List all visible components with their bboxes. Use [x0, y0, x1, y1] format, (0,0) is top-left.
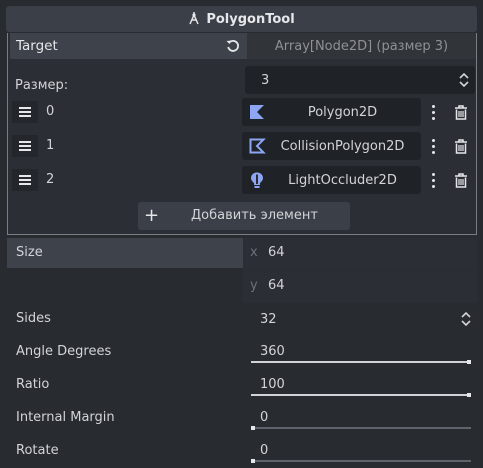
sides-spinbox[interactable]: 32	[249, 305, 477, 333]
add-element-label: Добавить элемент	[191, 208, 318, 223]
trash-icon[interactable]	[447, 133, 474, 159]
element-index: 0	[46, 104, 55, 119]
internal-margin-slider[interactable]	[251, 426, 471, 430]
drag-handle-icon[interactable]	[12, 135, 38, 157]
target-array-editor: Target Array[Node2D] (размер 3) Размер: …	[7, 33, 477, 235]
array-element-row: 0 Polygon2D	[10, 96, 476, 126]
ratio-label: Ratio	[16, 377, 50, 392]
internal-margin-value[interactable]: 0	[260, 410, 268, 425]
node-name: Polygon2D	[307, 104, 378, 120]
array-size-label: Размер:	[15, 78, 69, 93]
array-size-value: 3	[261, 72, 270, 88]
rotate-slider[interactable]	[251, 459, 471, 463]
drag-handle-icon[interactable]	[12, 169, 38, 191]
angle-degrees-label: Angle Degrees	[16, 344, 112, 359]
collision-polygon2d-icon	[246, 135, 268, 157]
slider-knob[interactable]	[251, 426, 255, 430]
size-label: Size	[16, 245, 43, 260]
node-path-field[interactable]: LightOccluder2D	[242, 166, 421, 194]
internal-margin-label: Internal Margin	[16, 410, 115, 425]
slider-knob[interactable]	[467, 393, 471, 397]
angle-degrees-value[interactable]: 360	[260, 344, 285, 359]
slider-knob[interactable]	[467, 360, 471, 364]
rotate-label: Rotate	[16, 443, 59, 458]
array-element-row: 2 LightOccluder2D	[10, 164, 476, 194]
ratio-slider[interactable]	[251, 393, 471, 397]
size-y-value: 64	[268, 278, 285, 293]
size-y-axis-label: y	[250, 278, 258, 293]
add-element-button[interactable]: + Добавить элемент	[138, 202, 350, 230]
kebab-menu-icon[interactable]	[423, 167, 443, 193]
target-array-summary: Array[Node2D] (размер 3)	[274, 38, 449, 54]
rotate-value[interactable]: 0	[260, 443, 268, 458]
polygon-properties: Size x 64 y 64 Sides 32 Angle Degrees 36…	[0, 235, 483, 468]
node-name: LightOccluder2D	[288, 172, 397, 188]
array-size-spinbox[interactable]: 3	[245, 66, 475, 94]
node-name: CollisionPolygon2D	[280, 138, 405, 154]
trash-icon[interactable]	[447, 99, 474, 125]
size-x-value: 64	[268, 245, 285, 260]
angle-degrees-slider[interactable]	[251, 360, 471, 364]
slider-knob[interactable]	[251, 459, 255, 463]
header-bar: PolygonTool	[6, 6, 477, 32]
polygon-tool-icon	[188, 11, 200, 28]
target-array-toggle[interactable]: Array[Node2D] (размер 3)	[247, 33, 476, 59]
revert-icon[interactable]	[225, 38, 241, 54]
header-title: PolygonTool	[206, 11, 295, 27]
light-occluder2d-icon	[246, 169, 268, 191]
spin-arrows-icon[interactable]	[461, 311, 471, 327]
target-property-label[interactable]: Target	[10, 33, 247, 59]
target-label-text: Target	[16, 38, 58, 54]
plus-icon: +	[144, 205, 160, 226]
array-element-row: 1 CollisionPolygon2D	[10, 130, 476, 160]
kebab-menu-icon[interactable]	[423, 99, 443, 125]
spin-arrows-icon[interactable]	[459, 72, 469, 88]
polygon2d-icon	[246, 101, 268, 123]
node-path-field[interactable]: Polygon2D	[242, 98, 421, 126]
node-path-field[interactable]: CollisionPolygon2D	[242, 132, 421, 160]
element-index: 1	[46, 138, 55, 153]
size-x-axis-label: x	[250, 245, 258, 260]
sides-label: Sides	[16, 311, 51, 326]
drag-handle-icon[interactable]	[12, 101, 38, 123]
sides-value: 32	[260, 311, 277, 327]
kebab-menu-icon[interactable]	[423, 133, 443, 159]
ratio-value[interactable]: 100	[260, 377, 285, 392]
inspector-header: PolygonTool	[0, 0, 483, 34]
trash-icon[interactable]	[447, 167, 474, 193]
element-index: 2	[46, 172, 55, 187]
